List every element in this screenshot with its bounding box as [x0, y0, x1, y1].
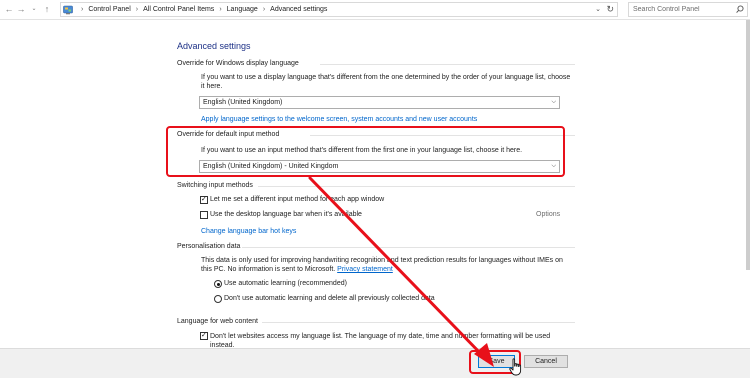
- annotation-arrow: [308, 176, 494, 367]
- hand-cursor-icon: [509, 358, 522, 376]
